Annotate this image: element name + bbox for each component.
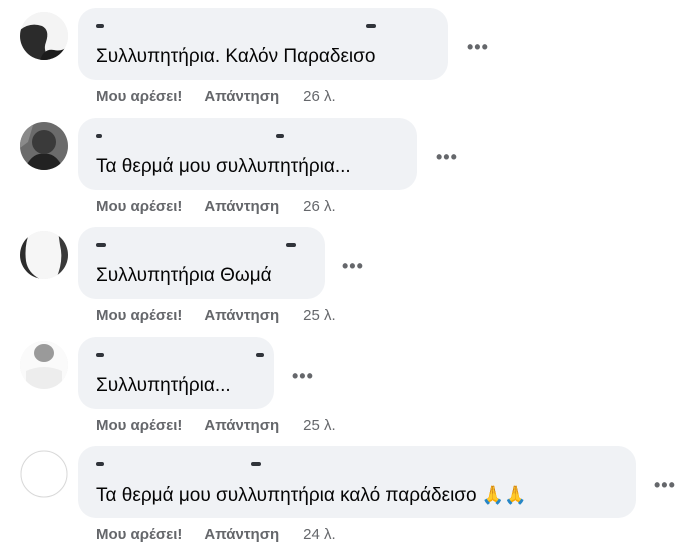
avatar[interactable]	[20, 122, 68, 170]
like-button[interactable]: Μου αρέσει!	[96, 88, 182, 106]
avatar[interactable]	[20, 341, 68, 389]
comment-actions: Μου αρέσει! Απάντηση 25 λ.	[96, 307, 336, 325]
comment-bubble: Τα θερμά μου συλλυπητήρια καλό παράδεισο…	[78, 446, 636, 518]
comment-actions: Μου αρέσει! Απάντηση 26 λ.	[96, 88, 336, 106]
avatar-image	[20, 12, 68, 60]
comment-text-content: Τα θερμά μου συλλυπητήρια καλό παράδεισο	[96, 485, 477, 506]
comment-bubble: Τα θερμά μου συλλυπητήρια...	[78, 118, 417, 190]
redacted-author-name	[96, 18, 376, 34]
comment-item: Τα θερμά μου συλλυπητήρια... ••• Μου αρέ…	[0, 118, 700, 226]
more-options-button[interactable]: •••	[342, 257, 364, 275]
avatar[interactable]	[20, 12, 68, 60]
comment-actions: Μου αρέσει! Απάντηση 24 λ.	[96, 526, 336, 544]
comment-actions: Μου αρέσει! Απάντηση 26 λ.	[96, 198, 336, 216]
timestamp[interactable]: 25 λ.	[303, 307, 336, 325]
comment-actions: Μου αρέσει! Απάντηση 25 λ.	[96, 417, 336, 435]
comment-text: Τα θερμά μου συλλυπητήρια καλό παράδεισο…	[96, 483, 527, 508]
redacted-author-name	[96, 456, 261, 472]
comment-item: Συλλυπητήρια... ••• Μου αρέσει! Απάντηση 2…	[0, 337, 700, 445]
comment-text: Συλλυπητήρια Θωμά	[96, 265, 272, 286]
comment-bubble: Συλλυπητήρια. Καλόν Παραδεισο	[78, 8, 448, 80]
comment-text: Τα θερμά μου συλλυπητήρια...	[96, 156, 351, 177]
reply-button[interactable]: Απάντηση	[204, 526, 279, 544]
redacted-author-name	[96, 128, 286, 144]
avatar-image	[20, 122, 68, 170]
timestamp[interactable]: 26 λ.	[303, 198, 336, 216]
redacted-author-name	[96, 237, 296, 253]
avatar-image	[20, 450, 68, 498]
like-button[interactable]: Μου αρέσει!	[96, 307, 182, 325]
praying-hands-emoji: 🙏🙏	[481, 485, 527, 505]
more-options-button[interactable]: •••	[654, 476, 676, 494]
comment-text: Συλλυπητήρια...	[96, 375, 231, 396]
timestamp[interactable]: 24 λ.	[303, 526, 336, 544]
more-options-button[interactable]: •••	[467, 38, 489, 56]
comment-item: Συλλυπητήρια. Καλόν Παραδεισο ••• Μου αρ…	[0, 8, 700, 116]
avatar[interactable]	[20, 231, 68, 279]
reply-button[interactable]: Απάντηση	[204, 88, 279, 106]
timestamp[interactable]: 25 λ.	[303, 417, 336, 435]
comment-item: Τα θερμά μου συλλυπητήρια καλό παράδεισο…	[0, 446, 700, 554]
comment-bubble: Συλλυπητήρια Θωμά	[78, 227, 325, 299]
like-button[interactable]: Μου αρέσει!	[96, 198, 182, 216]
reply-button[interactable]: Απάντηση	[204, 417, 279, 435]
more-options-button[interactable]: •••	[436, 148, 458, 166]
comment-bubble: Συλλυπητήρια...	[78, 337, 274, 409]
timestamp[interactable]: 26 λ.	[303, 88, 336, 106]
more-options-button[interactable]: •••	[292, 367, 314, 385]
avatar[interactable]	[20, 450, 68, 498]
reply-button[interactable]: Απάντηση	[204, 307, 279, 325]
avatar-image	[20, 341, 68, 389]
comment-text: Συλλυπητήρια. Καλόν Παραδεισο	[96, 46, 376, 67]
reply-button[interactable]: Απάντηση	[204, 198, 279, 216]
redacted-author-name	[96, 347, 266, 363]
avatar-image	[20, 231, 68, 279]
like-button[interactable]: Μου αρέσει!	[96, 526, 182, 544]
like-button[interactable]: Μου αρέσει!	[96, 417, 182, 435]
comment-item: Συλλυπητήρια Θωμά ••• Μου αρέσει! Απάντησ…	[0, 227, 700, 335]
